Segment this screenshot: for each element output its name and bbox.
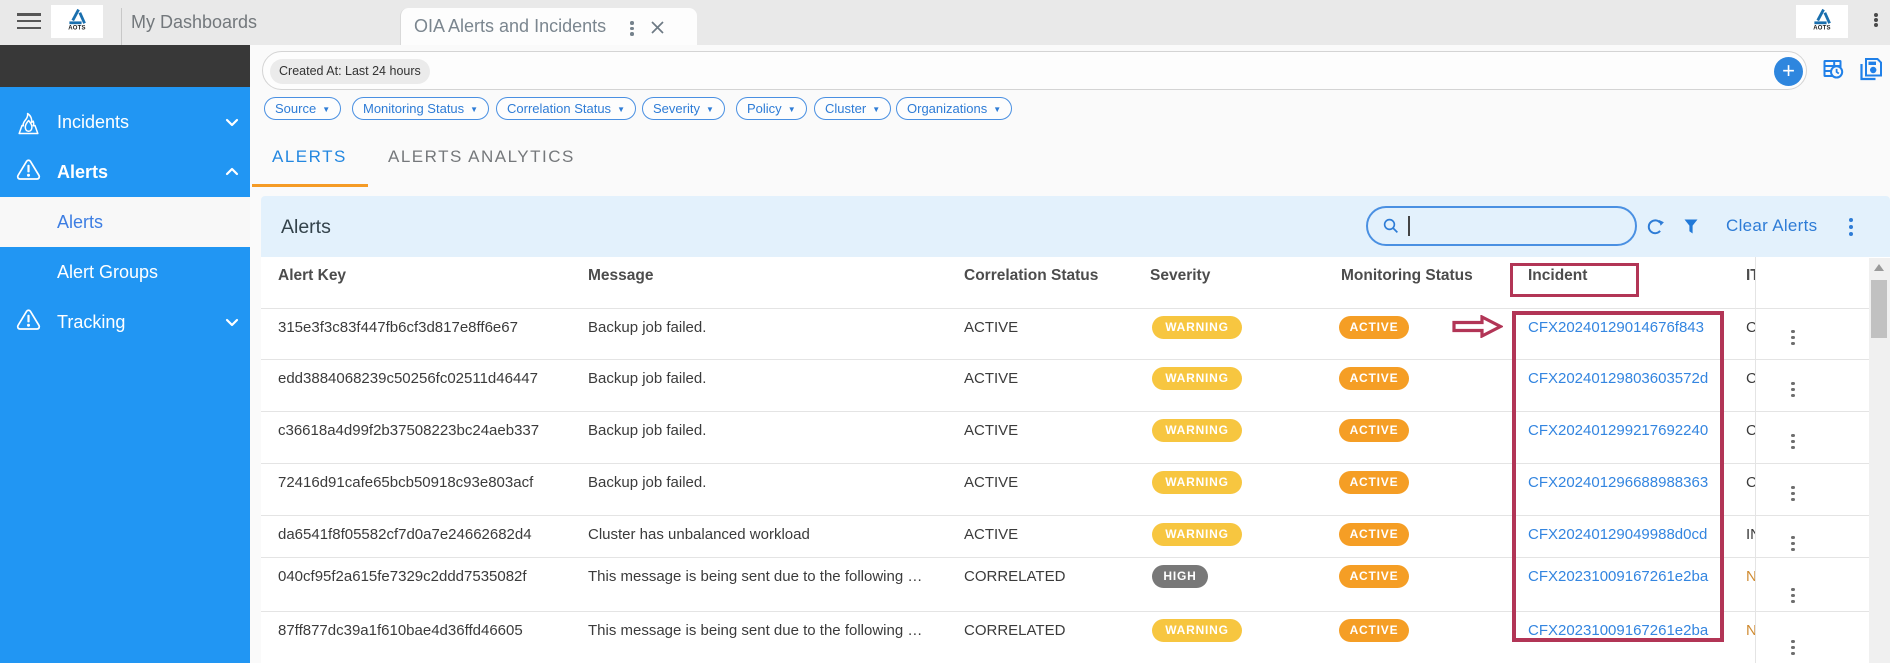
svg-text:AOTS: AOTS [1813, 26, 1830, 32]
svg-text:AOTS: AOTS [68, 26, 85, 32]
